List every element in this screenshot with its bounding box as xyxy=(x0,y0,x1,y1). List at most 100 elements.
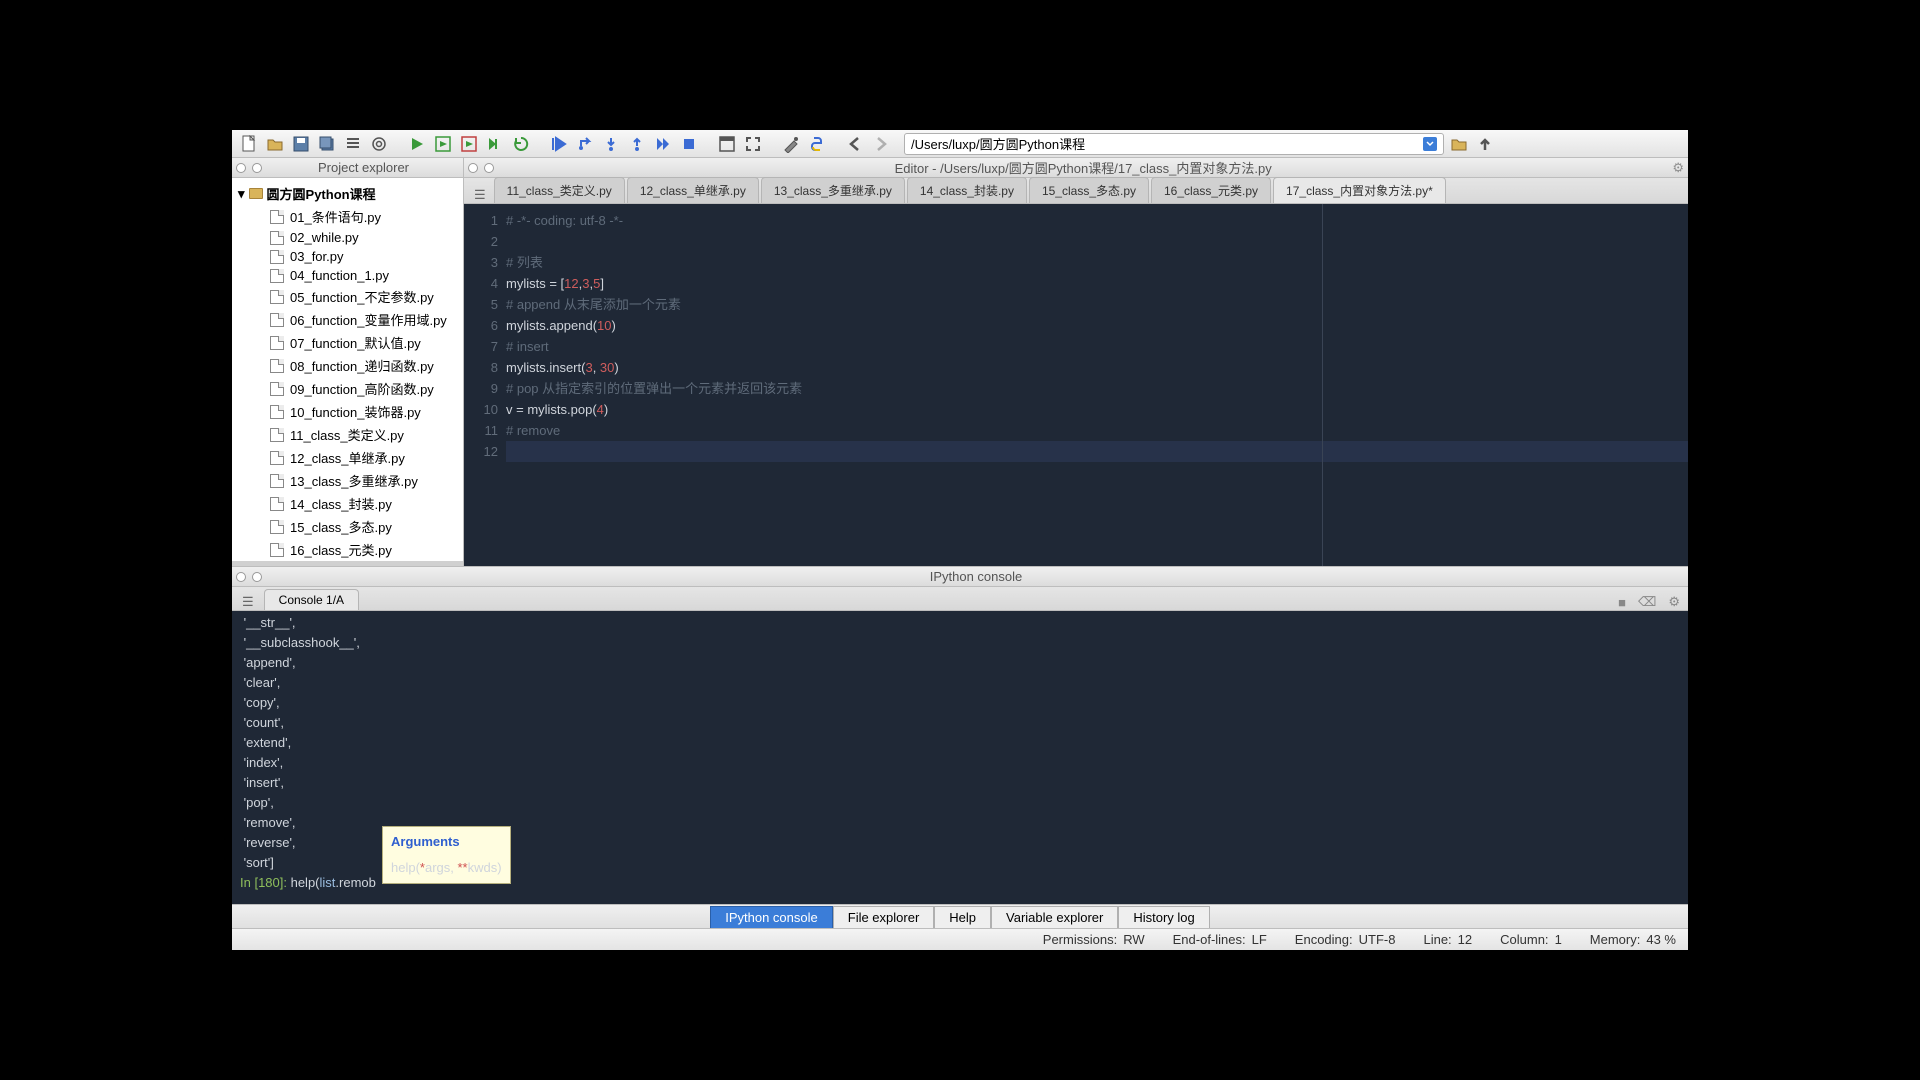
file-icon xyxy=(270,566,284,567)
tree-item[interactable]: 01_条件语句.py xyxy=(232,205,463,228)
editor-tab[interactable]: 17_class_内置对象方法.py* xyxy=(1273,177,1446,203)
tree-item[interactable]: 05_function_不定参数.py xyxy=(232,285,463,308)
code-line[interactable] xyxy=(506,441,1688,462)
code-line[interactable]: # 列表 xyxy=(506,252,1688,273)
browse-tabs-icon[interactable]: ☰ xyxy=(468,187,492,203)
preferences-icon[interactable] xyxy=(780,133,802,155)
debug-last-icon[interactable] xyxy=(548,133,570,155)
close-pane-icon[interactable] xyxy=(236,572,246,582)
step-in-icon[interactable] xyxy=(600,133,622,155)
code-editor[interactable]: 123456789101112 # -*- coding: utf-8 -*-#… xyxy=(464,204,1688,566)
code-line[interactable]: # insert xyxy=(506,336,1688,357)
back-icon[interactable] xyxy=(844,133,866,155)
tree-item[interactable]: 12_class_单继承.py xyxy=(232,446,463,469)
console-output-line: 'append', xyxy=(240,653,1680,673)
code-area[interactable]: # -*- coding: utf-8 -*- # 列表mylists = [12… xyxy=(502,204,1688,566)
tree-item[interactable]: 14_class_封装.py xyxy=(232,492,463,515)
code-line[interactable]: mylists.append(10) xyxy=(506,315,1688,336)
gear-icon[interactable]: ⚙ xyxy=(1672,160,1684,176)
console-output[interactable]: '__str__', '__subclasshook__', 'append',… xyxy=(232,611,1688,904)
list-icon[interactable] xyxy=(342,133,364,155)
tree-item[interactable]: 09_function_高阶函数.py xyxy=(232,377,463,400)
bottom-tab[interactable]: Help xyxy=(934,906,991,928)
code-line[interactable]: # pop 从指定索引的位置弹出一个元素并返回该元素 xyxy=(506,378,1688,399)
bottom-tab[interactable]: Variable explorer xyxy=(991,906,1118,928)
code-line[interactable] xyxy=(506,231,1688,252)
fullscreen-icon[interactable] xyxy=(742,133,764,155)
tree-root[interactable]: ▾ 圆方圆Python课程 xyxy=(232,182,463,205)
close-pane-icon[interactable] xyxy=(236,163,246,173)
save-all-icon[interactable] xyxy=(316,133,338,155)
parent-dir-icon[interactable] xyxy=(1474,133,1496,155)
editor-tab[interactable]: 14_class_封装.py xyxy=(907,177,1027,203)
tree-item[interactable]: 02_while.py xyxy=(232,228,463,247)
undock-pane-icon[interactable] xyxy=(484,163,494,173)
tree-item[interactable]: 04_function_1.py xyxy=(232,266,463,285)
main-split: Project explorer ▾ 圆方圆Python课程 01_条件语句.p… xyxy=(232,158,1688,566)
bottom-tab[interactable]: File explorer xyxy=(833,906,935,928)
file-label: 09_function_高阶函数.py xyxy=(290,379,434,398)
editor-tab[interactable]: 11_class_类定义.py xyxy=(494,177,625,203)
sb-line: Line:12 xyxy=(1423,932,1472,947)
step-icon[interactable] xyxy=(574,133,596,155)
tree-item[interactable]: 07_function_默认值.py xyxy=(232,331,463,354)
rerun-icon[interactable] xyxy=(510,133,532,155)
continue-icon[interactable] xyxy=(652,133,674,155)
tree-item[interactable]: 11_class_类定义.py xyxy=(232,423,463,446)
code-line[interactable]: mylists.insert(3, 30) xyxy=(506,357,1688,378)
editor-tab[interactable]: 12_class_单继承.py xyxy=(627,177,759,203)
forward-icon[interactable] xyxy=(870,133,892,155)
working-dir-combo[interactable]: /Users/luxp/圆方圆Python课程 xyxy=(904,133,1444,155)
tree-item[interactable]: 08_function_递归函数.py xyxy=(232,354,463,377)
clear-icon[interactable]: ⌫ xyxy=(1634,594,1660,610)
tree-item[interactable]: 03_for.py xyxy=(232,247,463,266)
at-icon[interactable] xyxy=(368,133,390,155)
gear-icon[interactable]: ⚙ xyxy=(1664,594,1684,610)
browse-tabs-icon[interactable]: ☰ xyxy=(236,594,260,610)
tree-item[interactable]: 15_class_多态.py xyxy=(232,515,463,538)
stop-kernel-icon[interactable]: ■ xyxy=(1614,595,1630,610)
file-icon xyxy=(270,336,284,350)
bottom-tab[interactable]: History log xyxy=(1118,906,1209,928)
file-label: 02_while.py xyxy=(290,230,359,245)
call-tip: Arguments help(*args, **kwds) xyxy=(382,826,511,884)
undock-pane-icon[interactable] xyxy=(252,572,262,582)
run-selection-icon[interactable] xyxy=(484,133,506,155)
tree-item[interactable]: 06_function_变量作用域.py xyxy=(232,308,463,331)
code-line[interactable]: # remove xyxy=(506,420,1688,441)
run-icon[interactable] xyxy=(406,133,428,155)
bottom-tab[interactable]: IPython console xyxy=(710,906,833,928)
stop-debug-icon[interactable] xyxy=(678,133,700,155)
file-tree[interactable]: ▾ 圆方圆Python课程 01_条件语句.py 02_while.py 03_fo… xyxy=(232,178,463,566)
file-icon xyxy=(270,210,284,224)
step-out-icon[interactable] xyxy=(626,133,648,155)
run-cell-advance-icon[interactable] xyxy=(458,133,480,155)
editor-tab[interactable]: 13_class_多重继承.py xyxy=(761,177,905,203)
chevron-down-icon xyxy=(1423,137,1437,151)
code-line[interactable]: # append 从末尾添加一个元素 xyxy=(506,294,1688,315)
browse-dir-icon[interactable] xyxy=(1448,133,1470,155)
editor-header: Editor - /Users/luxp/圆方圆Python课程/17_clas… xyxy=(464,158,1688,178)
tree-item[interactable]: 16_class_元类.py xyxy=(232,538,463,561)
python-path-icon[interactable] xyxy=(806,133,828,155)
close-pane-icon[interactable] xyxy=(468,163,478,173)
console-tab[interactable]: Console 1/A xyxy=(264,589,359,610)
new-file-icon[interactable] xyxy=(238,133,260,155)
tree-item[interactable]: 13_class_多重继承.py xyxy=(232,469,463,492)
code-line[interactable]: v = mylists.pop(4) xyxy=(506,399,1688,420)
editor-tab[interactable]: 15_class_多态.py xyxy=(1029,177,1149,203)
console-pane: IPython console ☰ Console 1/A ■ ⌫ ⚙ '__s… xyxy=(232,566,1688,904)
run-cell-icon[interactable] xyxy=(432,133,454,155)
undock-pane-icon[interactable] xyxy=(252,163,262,173)
code-line[interactable]: mylists = [12,3,5] xyxy=(506,273,1688,294)
main-toolbar: /Users/luxp/圆方圆Python课程 xyxy=(232,130,1688,158)
maximize-icon[interactable] xyxy=(716,133,738,155)
save-icon[interactable] xyxy=(290,133,312,155)
code-line[interactable]: # -*- coding: utf-8 -*- xyxy=(506,210,1688,231)
open-folder-icon[interactable] xyxy=(264,133,286,155)
working-dir-path: /Users/luxp/圆方圆Python课程 xyxy=(911,134,1423,153)
editor-tab[interactable]: 16_class_元类.py xyxy=(1151,177,1271,203)
file-label: 06_function_变量作用域.py xyxy=(290,310,447,329)
file-icon xyxy=(270,474,284,488)
tree-item[interactable]: 10_function_装饰器.py xyxy=(232,400,463,423)
